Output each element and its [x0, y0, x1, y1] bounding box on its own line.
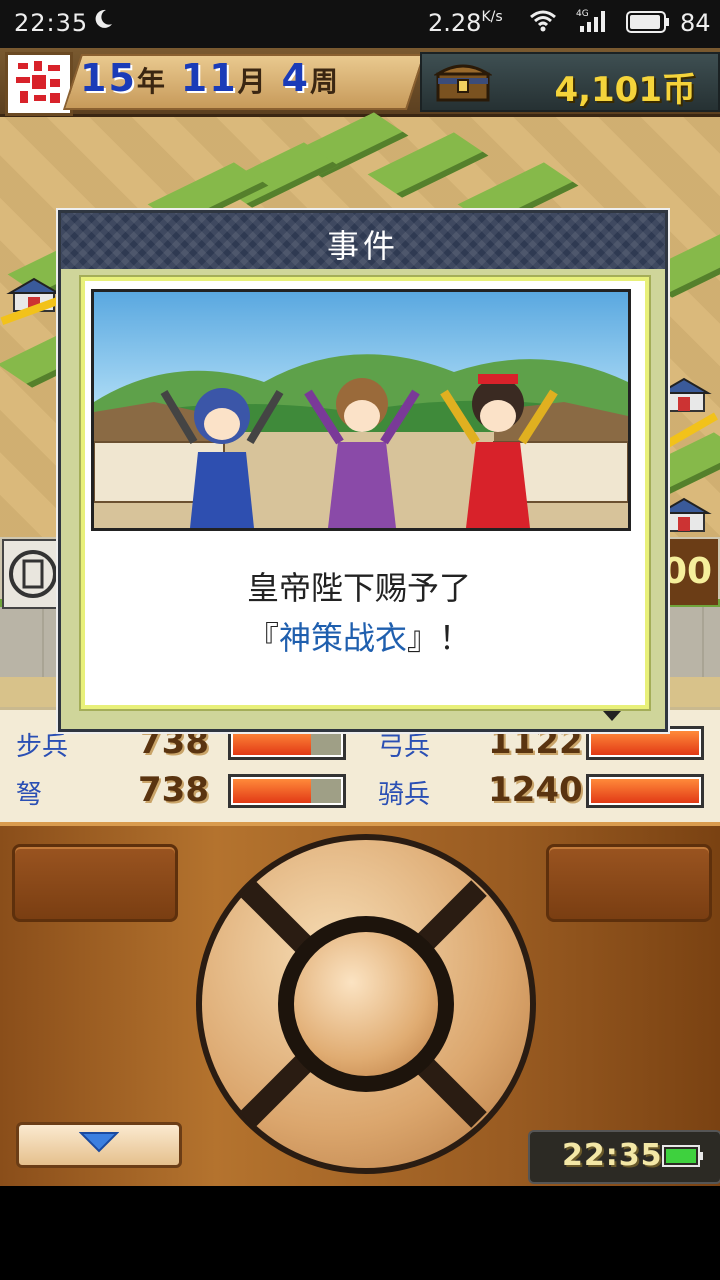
month-number: 11: [180, 56, 238, 100]
troop-bar-fill: [233, 779, 311, 803]
net-speed: 2.28K/s: [428, 9, 503, 37]
wifi-icon: [530, 10, 556, 32]
event-dialog[interactable]: 事件 皇帝陛下赐予了 『神策战衣』！: [58, 210, 668, 732]
battery-icon: [626, 11, 669, 33]
troop-bar: [586, 774, 704, 808]
treasure-chest-icon: [434, 64, 492, 102]
troop-bar-fill: [233, 731, 311, 755]
clock-time: 22:35: [562, 1138, 663, 1173]
battle-score: 00: [662, 539, 718, 605]
dialog-title: 事件: [326, 227, 399, 265]
event-message-line1: 皇帝陛下赐予了: [246, 569, 471, 607]
dpad[interactable]: [196, 834, 536, 1174]
status-time: 22:35: [14, 9, 89, 37]
game-date: 15年 11月 4周: [80, 56, 340, 100]
signal-icon: 4G: [576, 9, 605, 32]
troop-row: 骑兵 1240: [378, 770, 718, 812]
troop-bar: [228, 774, 346, 808]
scroll-down-button[interactable]: [16, 1122, 182, 1168]
dpad-center-button[interactable]: [294, 932, 438, 1076]
week-number: 4: [281, 56, 310, 100]
troop-row: 弩 738: [16, 770, 356, 812]
troop-bar-fill: [591, 779, 699, 803]
battery-icon: [662, 1145, 703, 1167]
troop-name: 骑兵: [378, 780, 431, 810]
dpad-center-ring: [278, 916, 454, 1092]
troop-count: 738: [138, 770, 209, 810]
attack-icon[interactable]: [2, 539, 64, 609]
status-bar: 22:35 2.28K/s 4G 84: [0, 0, 720, 48]
game-clock: 22:35: [528, 1130, 720, 1184]
left-action-button[interactable]: [12, 844, 178, 922]
right-action-button[interactable]: [546, 844, 712, 922]
game-top-bar: 15年 11月 4周 4,101币: [0, 48, 720, 117]
event-message: 皇帝陛下赐予了 『神策战衣』！: [85, 563, 633, 663]
troop-name: 弩: [16, 780, 43, 810]
svg-text:4G: 4G: [576, 9, 589, 19]
money-amount: 4,101币: [554, 70, 696, 110]
year-number: 15: [80, 56, 137, 100]
moon-icon: [95, 9, 112, 28]
reward-item-name: 神策战衣: [278, 619, 407, 657]
dialog-header: 事件: [61, 213, 665, 272]
money-panel: 4,101币: [420, 52, 720, 112]
event-illustration: [91, 289, 631, 531]
controller-panel: 22:35: [0, 822, 720, 1186]
battery-level: 84: [680, 9, 711, 37]
event-message-line2: 『神策战衣』！: [246, 619, 472, 657]
troop-bar-fill: [591, 731, 699, 755]
dialog-body: 皇帝陛下赐予了 『神策战衣』！: [79, 275, 651, 711]
dpad-ring[interactable]: [202, 840, 530, 1168]
chevron-down-icon: [79, 1132, 119, 1153]
troop-count: 1240: [488, 770, 583, 810]
continue-arrow-icon[interactable]: [603, 711, 621, 721]
